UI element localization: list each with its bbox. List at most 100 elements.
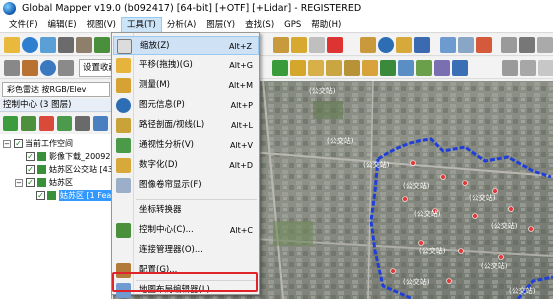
map-label: (公交站) — [403, 182, 430, 190]
globe-icon[interactable] — [22, 37, 38, 53]
layer-zoom-icon[interactable] — [3, 116, 18, 131]
layer-checkbox[interactable]: ✓ — [26, 152, 35, 161]
move-icon[interactable] — [502, 60, 518, 76]
layer-selector-bar: 彩色雷达 按RGB/Elev — [0, 80, 112, 98]
circle-feature-icon[interactable] — [344, 60, 360, 76]
menu-separator — [136, 199, 257, 200]
tree-node-workspace[interactable]: − ✓ 当前工作空间 — [3, 138, 73, 149]
zoom-icon — [117, 39, 132, 54]
3d-view-icon[interactable] — [440, 37, 456, 53]
globe-settings-icon[interactable] — [40, 60, 56, 76]
control-center-toolbar — [0, 113, 112, 133]
map-label: (公交站) — [419, 247, 446, 255]
map-label: (公交站) — [491, 222, 518, 230]
title-bar: Global Mapper v19.0 (b092417) [64-bit] [… — [0, 0, 553, 17]
elevation-shader-select[interactable]: 彩色雷达 按RGB/Elev — [2, 82, 110, 97]
layer-tree: − ✓ 当前工作空间 ✓ 影像下载_200927 ✓ 姑苏区公交站 [43 − … — [0, 134, 116, 299]
rectangle-feature-icon[interactable] — [326, 60, 342, 76]
grid-icon[interactable] — [4, 60, 20, 76]
menu-item-control-center[interactable]: 控制中心(C)... Alt+C — [113, 221, 259, 240]
delete-icon[interactable] — [327, 37, 343, 53]
menu-gps[interactable]: GPS — [279, 17, 306, 33]
menu-edit[interactable]: 编辑(E) — [43, 17, 82, 33]
menu-item-digitize[interactable]: 数字化(D) Alt+D — [113, 156, 259, 175]
control-center-icon — [116, 223, 131, 238]
layer-checkbox[interactable]: ✓ — [36, 191, 45, 200]
layer-up-icon[interactable] — [75, 116, 90, 131]
menu-layer[interactable]: 图层(Y) — [201, 17, 240, 33]
layer-checkbox[interactable]: ✓ — [26, 165, 35, 174]
menu-item-zoom[interactable]: 缩放(Z) Alt+Z — [113, 36, 259, 55]
point-feature-icon[interactable] — [272, 60, 288, 76]
menu-file[interactable]: 文件(F) — [0, 17, 43, 33]
rotate-icon[interactable] — [520, 60, 536, 76]
layer-checkbox[interactable]: ✓ — [26, 178, 35, 187]
menu-tools[interactable]: 工具(T) — [121, 16, 162, 33]
ruler-icon[interactable] — [360, 37, 376, 53]
tree-icon[interactable] — [380, 60, 396, 76]
feature-info-icon[interactable] — [378, 37, 394, 53]
global-mapper-app-icon — [3, 2, 16, 15]
terrain-icon[interactable] — [416, 60, 432, 76]
edit-pencil-icon[interactable] — [291, 37, 307, 53]
select-icon[interactable] — [309, 37, 325, 53]
tree-node-layer[interactable]: ✓ 影像下载_200927 — [26, 151, 116, 162]
collapse-icon[interactable]: − — [15, 178, 23, 187]
stop-icon[interactable] — [476, 37, 492, 53]
map-label: (公交站) — [363, 161, 390, 169]
menu-item-connection-manager[interactable]: 连接管理器(O)... — [113, 241, 259, 260]
path-profile-icon — [116, 118, 131, 133]
menu-bar: 文件(F) 编辑(E) 视图(V) 工具(T) 分析(A) 图层(Y) 查找(S… — [0, 16, 553, 33]
full-extent-icon[interactable] — [537, 37, 553, 53]
tree-node-label: 姑苏区公交站 [43 — [49, 165, 113, 174]
menu-view[interactable]: 视图(V) — [82, 17, 121, 33]
map-icon[interactable] — [94, 37, 110, 53]
menu-item-coordinate-converter[interactable]: 坐标转换器 — [113, 201, 259, 220]
menu-item-viewshed[interactable]: 通视性分析(V) Alt+V — [113, 136, 259, 155]
digitize-pencil-icon[interactable] — [273, 37, 289, 53]
map-label: (公交站) — [414, 210, 441, 218]
tools-menu-dropdown: 缩放(Z) Alt+Z 平移(拖拽)(G) Alt+G 测量(M) Alt+M … — [111, 32, 260, 298]
tree-node-label: 当前工作空间 — [25, 139, 73, 148]
line-feature-icon[interactable] — [290, 60, 306, 76]
route-icon[interactable] — [452, 60, 468, 76]
edit-vertices-icon[interactable] — [362, 60, 378, 76]
area-feature-icon[interactable] — [308, 60, 324, 76]
tree-node-group[interactable]: − ✓ 姑苏区 — [15, 177, 73, 188]
star-icon[interactable] — [58, 60, 74, 76]
layer-manager-icon[interactable] — [414, 37, 430, 53]
open-folder-icon[interactable] — [4, 37, 20, 53]
menu-analysis[interactable]: 分析(A) — [162, 17, 201, 33]
tree-node-layer[interactable]: ✓ 姑苏区公交站 [43 — [26, 164, 113, 175]
swipe-icon[interactable] — [458, 37, 474, 53]
zoom-in-icon[interactable] — [501, 37, 517, 53]
menu-item-image-swipe[interactable]: 图像卷帘显示(F) — [113, 176, 259, 195]
save-icon[interactable] — [58, 37, 74, 53]
collapse-icon[interactable]: − — [3, 139, 11, 148]
zoom-out-icon[interactable] — [519, 37, 535, 53]
pin-icon[interactable] — [434, 60, 450, 76]
layer-down-icon[interactable] — [93, 116, 108, 131]
menu-help[interactable]: 帮助(H) — [306, 17, 346, 33]
menu-item-measure[interactable]: 测量(M) Alt+M — [113, 76, 259, 95]
menu-item-feature-info[interactable]: 图元信息(P) Alt+P — [113, 96, 259, 115]
gear-icon[interactable] — [22, 60, 38, 76]
path-profile-icon[interactable] — [396, 37, 412, 53]
menu-item-path-profile[interactable]: 路径剖面/视线(L) Alt+L — [113, 116, 259, 135]
secondary-toolbar: 设置收藏 — [0, 57, 553, 79]
arrow-left-icon[interactable] — [538, 60, 553, 76]
layer-add-icon[interactable] — [21, 116, 36, 131]
tools-icon[interactable] — [76, 37, 92, 53]
water-drop-icon[interactable] — [398, 60, 414, 76]
menu-item-pan[interactable]: 平移(拖拽)(G) Alt+G — [113, 56, 259, 75]
map-label: (公交站) — [403, 278, 430, 286]
vector-layer-icon — [37, 165, 46, 174]
layer-checkbox[interactable]: ✓ — [14, 139, 23, 148]
tree-node-layer-selected[interactable]: ✓ 姑苏区 [1 Feat — [36, 190, 116, 201]
layer-remove-icon[interactable] — [39, 116, 54, 131]
map-label: (公交站) — [509, 287, 536, 295]
layer-options-icon[interactable] — [57, 116, 72, 131]
menu-search[interactable]: 查找(S) — [240, 17, 279, 33]
map-label: (公交站) — [327, 137, 354, 145]
download-data-icon[interactable] — [40, 37, 56, 53]
